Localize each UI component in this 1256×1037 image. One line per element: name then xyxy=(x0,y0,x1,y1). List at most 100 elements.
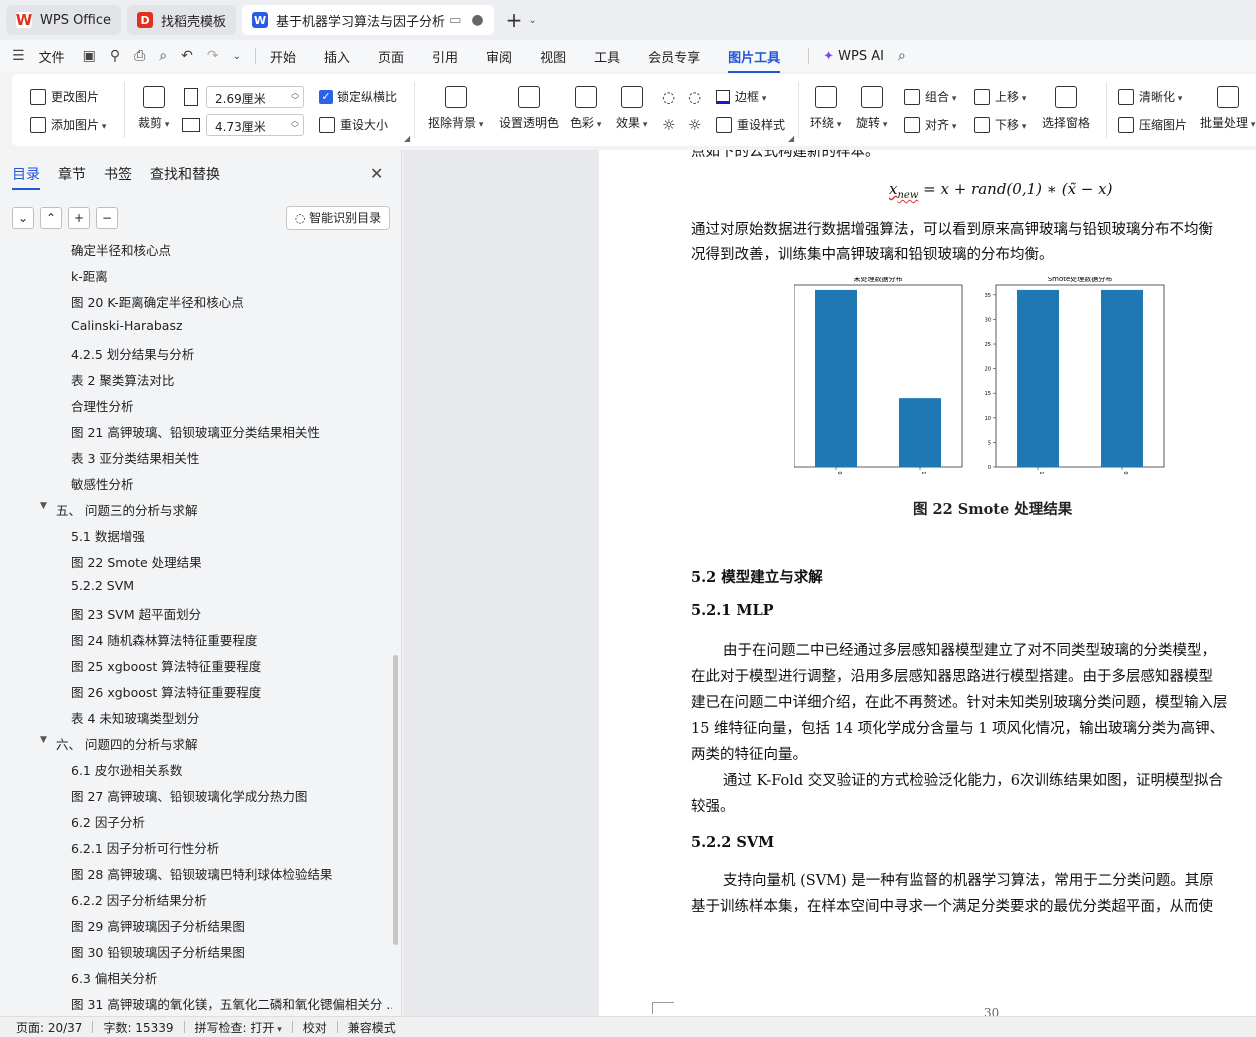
toc-item[interactable]: 6.2.2 因子分析结果分析 xyxy=(71,890,207,910)
toc-item[interactable]: 表 4 未知玻璃类型划分 xyxy=(71,708,199,728)
toc-item[interactable]: 5.1 数据增强 xyxy=(71,526,145,546)
expand-down-button[interactable]: ⌄ xyxy=(12,207,34,229)
redo-icon[interactable]: ↷ xyxy=(207,48,219,64)
toc-item[interactable]: 4.2.5 划分结果与分析 xyxy=(71,344,194,364)
menu-view[interactable]: 视图 xyxy=(540,47,566,66)
caret-down-icon[interactable]: ▼ xyxy=(40,735,47,745)
toc-item[interactable]: 图 20 K-距离确定半径和核心点 xyxy=(71,292,244,312)
toc-item[interactable]: 6.2 因子分析 xyxy=(71,812,145,832)
tab-chapters[interactable]: 章节 xyxy=(58,164,86,184)
selection-pane-button[interactable]: 选择窗格 xyxy=(1042,86,1090,131)
menu-picture-tools[interactable]: 图片工具 xyxy=(728,47,781,73)
width-input[interactable]: 4.73厘米 ︿ ﹀ xyxy=(206,114,304,136)
lock-ratio-checkbox[interactable]: ✓ xyxy=(319,90,333,104)
brightness-up-icon[interactable]: ◌ xyxy=(662,88,675,106)
color-button[interactable]: 色彩 xyxy=(570,86,601,131)
smart-toc-button[interactable]: ◌ 智能识别目录 xyxy=(286,206,390,230)
remove-background-button[interactable]: 抠除背景 xyxy=(428,86,483,131)
print-preview-icon[interactable]: ⌕ xyxy=(159,48,167,64)
new-tab-button[interactable]: + xyxy=(506,8,523,32)
toc-item[interactable]: 图 25 xgboost 算法特征重要程度 xyxy=(71,656,261,676)
expand-dialog-icon[interactable]: ◢ xyxy=(404,134,410,143)
expand-dialog-icon[interactable]: ◢ xyxy=(788,134,794,143)
menu-review[interactable]: 审阅 xyxy=(486,47,512,66)
close-icon[interactable]: ✕ xyxy=(370,164,383,183)
proofread-button[interactable]: 校对 xyxy=(303,1019,327,1036)
toc-item[interactable]: 图 31 高钾玻璃的氧化镁，五氧化二磷和氧化锶偏相关分 ... xyxy=(71,994,392,1014)
toc-item[interactable]: 图 27 高钾玻璃、铅钡玻璃化学成分热力图 xyxy=(71,786,307,806)
hamburger-icon[interactable]: ☰ xyxy=(12,48,25,64)
spell-check-toggle[interactable]: 拼写检查: 打开 xyxy=(195,1019,282,1036)
wrap-button[interactable]: 环绕 xyxy=(810,86,841,131)
toc-item[interactable]: 确定半径和核心点 xyxy=(71,240,171,260)
word-count[interactable]: 字数: 15339 xyxy=(103,1019,173,1036)
toc-item[interactable]: 6.1 皮尔逊相关系数 xyxy=(71,760,182,780)
toc-item[interactable]: 5.2.2 SVM xyxy=(71,578,134,598)
menu-home[interactable]: 开始 xyxy=(270,47,296,66)
menu-file[interactable]: 文件 xyxy=(39,47,65,66)
add-image-button[interactable]: 添加图片 xyxy=(30,116,106,133)
remove-heading-button[interactable]: − xyxy=(96,207,118,229)
reset-style-button[interactable]: 重设样式 xyxy=(716,116,785,133)
align-button[interactable]: 对齐 xyxy=(904,116,956,133)
smote-chart-figure[interactable]: 未处理数据分布0510152025303501Smote处理数据分布051015… xyxy=(794,277,1194,477)
toc-item[interactable]: 表 2 聚类算法对比 xyxy=(71,370,174,390)
crop-button[interactable]: 裁剪 xyxy=(138,86,169,131)
toc-item[interactable]: 图 30 铅钡玻璃因子分析结果图 xyxy=(71,942,245,962)
toc-item[interactable]: 图 24 随机森林算法特征重要程度 xyxy=(71,630,257,650)
menu-member[interactable]: 会员专享 xyxy=(648,47,700,66)
toc-item[interactable]: Calinski-Harabasz xyxy=(71,318,183,338)
toc-item[interactable]: ▼ 六、 问题四的分析与求解 xyxy=(40,734,197,754)
batch-process-button[interactable]: 批量处理 xyxy=(1200,86,1255,131)
sharpen-button[interactable]: 清晰化 xyxy=(1118,88,1182,105)
tab-close-icon[interactable]: ● xyxy=(471,12,483,28)
send-backward-button[interactable]: 下移 xyxy=(974,116,1026,133)
search-icon[interactable]: ⌕ xyxy=(898,48,906,64)
print-icon[interactable]: ⎙ xyxy=(134,48,145,64)
effects-button[interactable]: 效果 xyxy=(616,86,647,131)
toc-item[interactable]: 6.2.1 因子分析可行性分析 xyxy=(71,838,219,858)
link-icon[interactable]: ⚲ xyxy=(110,48,120,64)
brightness-down-icon[interactable]: ☼ xyxy=(662,116,675,134)
caret-down-icon[interactable]: ▼ xyxy=(40,501,47,511)
wps-ai-button[interactable]: ✦ WPS AI xyxy=(823,49,884,64)
menu-insert[interactable]: 插入 xyxy=(324,47,350,66)
chevron-down-icon[interactable]: ⌄ xyxy=(528,15,536,26)
toc-item[interactable]: ▼ 五、 问题三的分析与求解 xyxy=(40,500,197,520)
collapse-up-button[interactable]: ⌃ xyxy=(40,207,62,229)
toc-item[interactable]: 图 28 高钾玻璃、铅钡玻璃巴特利球体检验结果 xyxy=(71,864,332,884)
scrollbar[interactable] xyxy=(393,655,398,945)
save-icon[interactable]: ▣ xyxy=(83,48,96,64)
toc-item[interactable]: 6.3 偏相关分析 xyxy=(71,968,157,988)
tab-docer-templates[interactable]: D 找稻壳模板 xyxy=(127,5,237,35)
toc-item[interactable]: 图 23 SVM 超平面划分 xyxy=(71,604,201,624)
toc-item[interactable]: 合理性分析 xyxy=(71,396,134,416)
set-transparent-button[interactable]: 设置透明色 xyxy=(499,86,559,131)
spinner-arrows-icon[interactable]: ︿ ﹀ xyxy=(291,117,299,133)
toc-item[interactable]: k-距离 xyxy=(71,266,108,286)
tab-document[interactable]: W 基于机器学习算法与因子分析 ▭ ● xyxy=(242,5,494,35)
height-input[interactable]: 2.69厘米 ︿ ﹀ xyxy=(206,86,304,108)
spinner-arrows-icon[interactable]: ︿ ﹀ xyxy=(291,89,299,105)
toc-item[interactable]: 图 22 Smote 处理结果 xyxy=(71,552,202,572)
toc-item[interactable]: 图 21 高钾玻璃、铅钡玻璃亚分类结果相关性 xyxy=(71,422,320,442)
tab-wps-office[interactable]: W WPS Office xyxy=(6,5,122,35)
contrast-down-icon[interactable]: ☼ xyxy=(688,116,701,134)
change-image-button[interactable]: 更改图片 xyxy=(30,88,99,105)
add-heading-button[interactable]: + xyxy=(68,207,90,229)
page-indicator[interactable]: 页面: 20/37 xyxy=(16,1019,82,1036)
reset-size-button[interactable]: 重设大小 xyxy=(319,116,388,133)
tab-bookmarks[interactable]: 书签 xyxy=(104,164,132,184)
toc-item[interactable]: 敏感性分析 xyxy=(71,474,134,494)
undo-icon[interactable]: ↶ xyxy=(181,48,193,64)
menu-reference[interactable]: 引用 xyxy=(432,47,458,66)
compress-image-button[interactable]: 压缩图片 xyxy=(1118,116,1187,133)
toc-item[interactable]: 表 3 亚分类结果相关性 xyxy=(71,448,199,468)
toc-item[interactable]: 图 29 高钾玻璃因子分析结果图 xyxy=(71,916,245,936)
group-button[interactable]: 组合 xyxy=(904,88,956,105)
rotate-button[interactable]: 旋转 xyxy=(856,86,887,131)
chevron-down-icon[interactable]: ⌄ xyxy=(233,51,241,62)
bring-forward-button[interactable]: 上移 xyxy=(974,88,1026,105)
tab-toc[interactable]: 目录 xyxy=(12,164,40,190)
border-button[interactable]: 边框 xyxy=(716,88,766,105)
